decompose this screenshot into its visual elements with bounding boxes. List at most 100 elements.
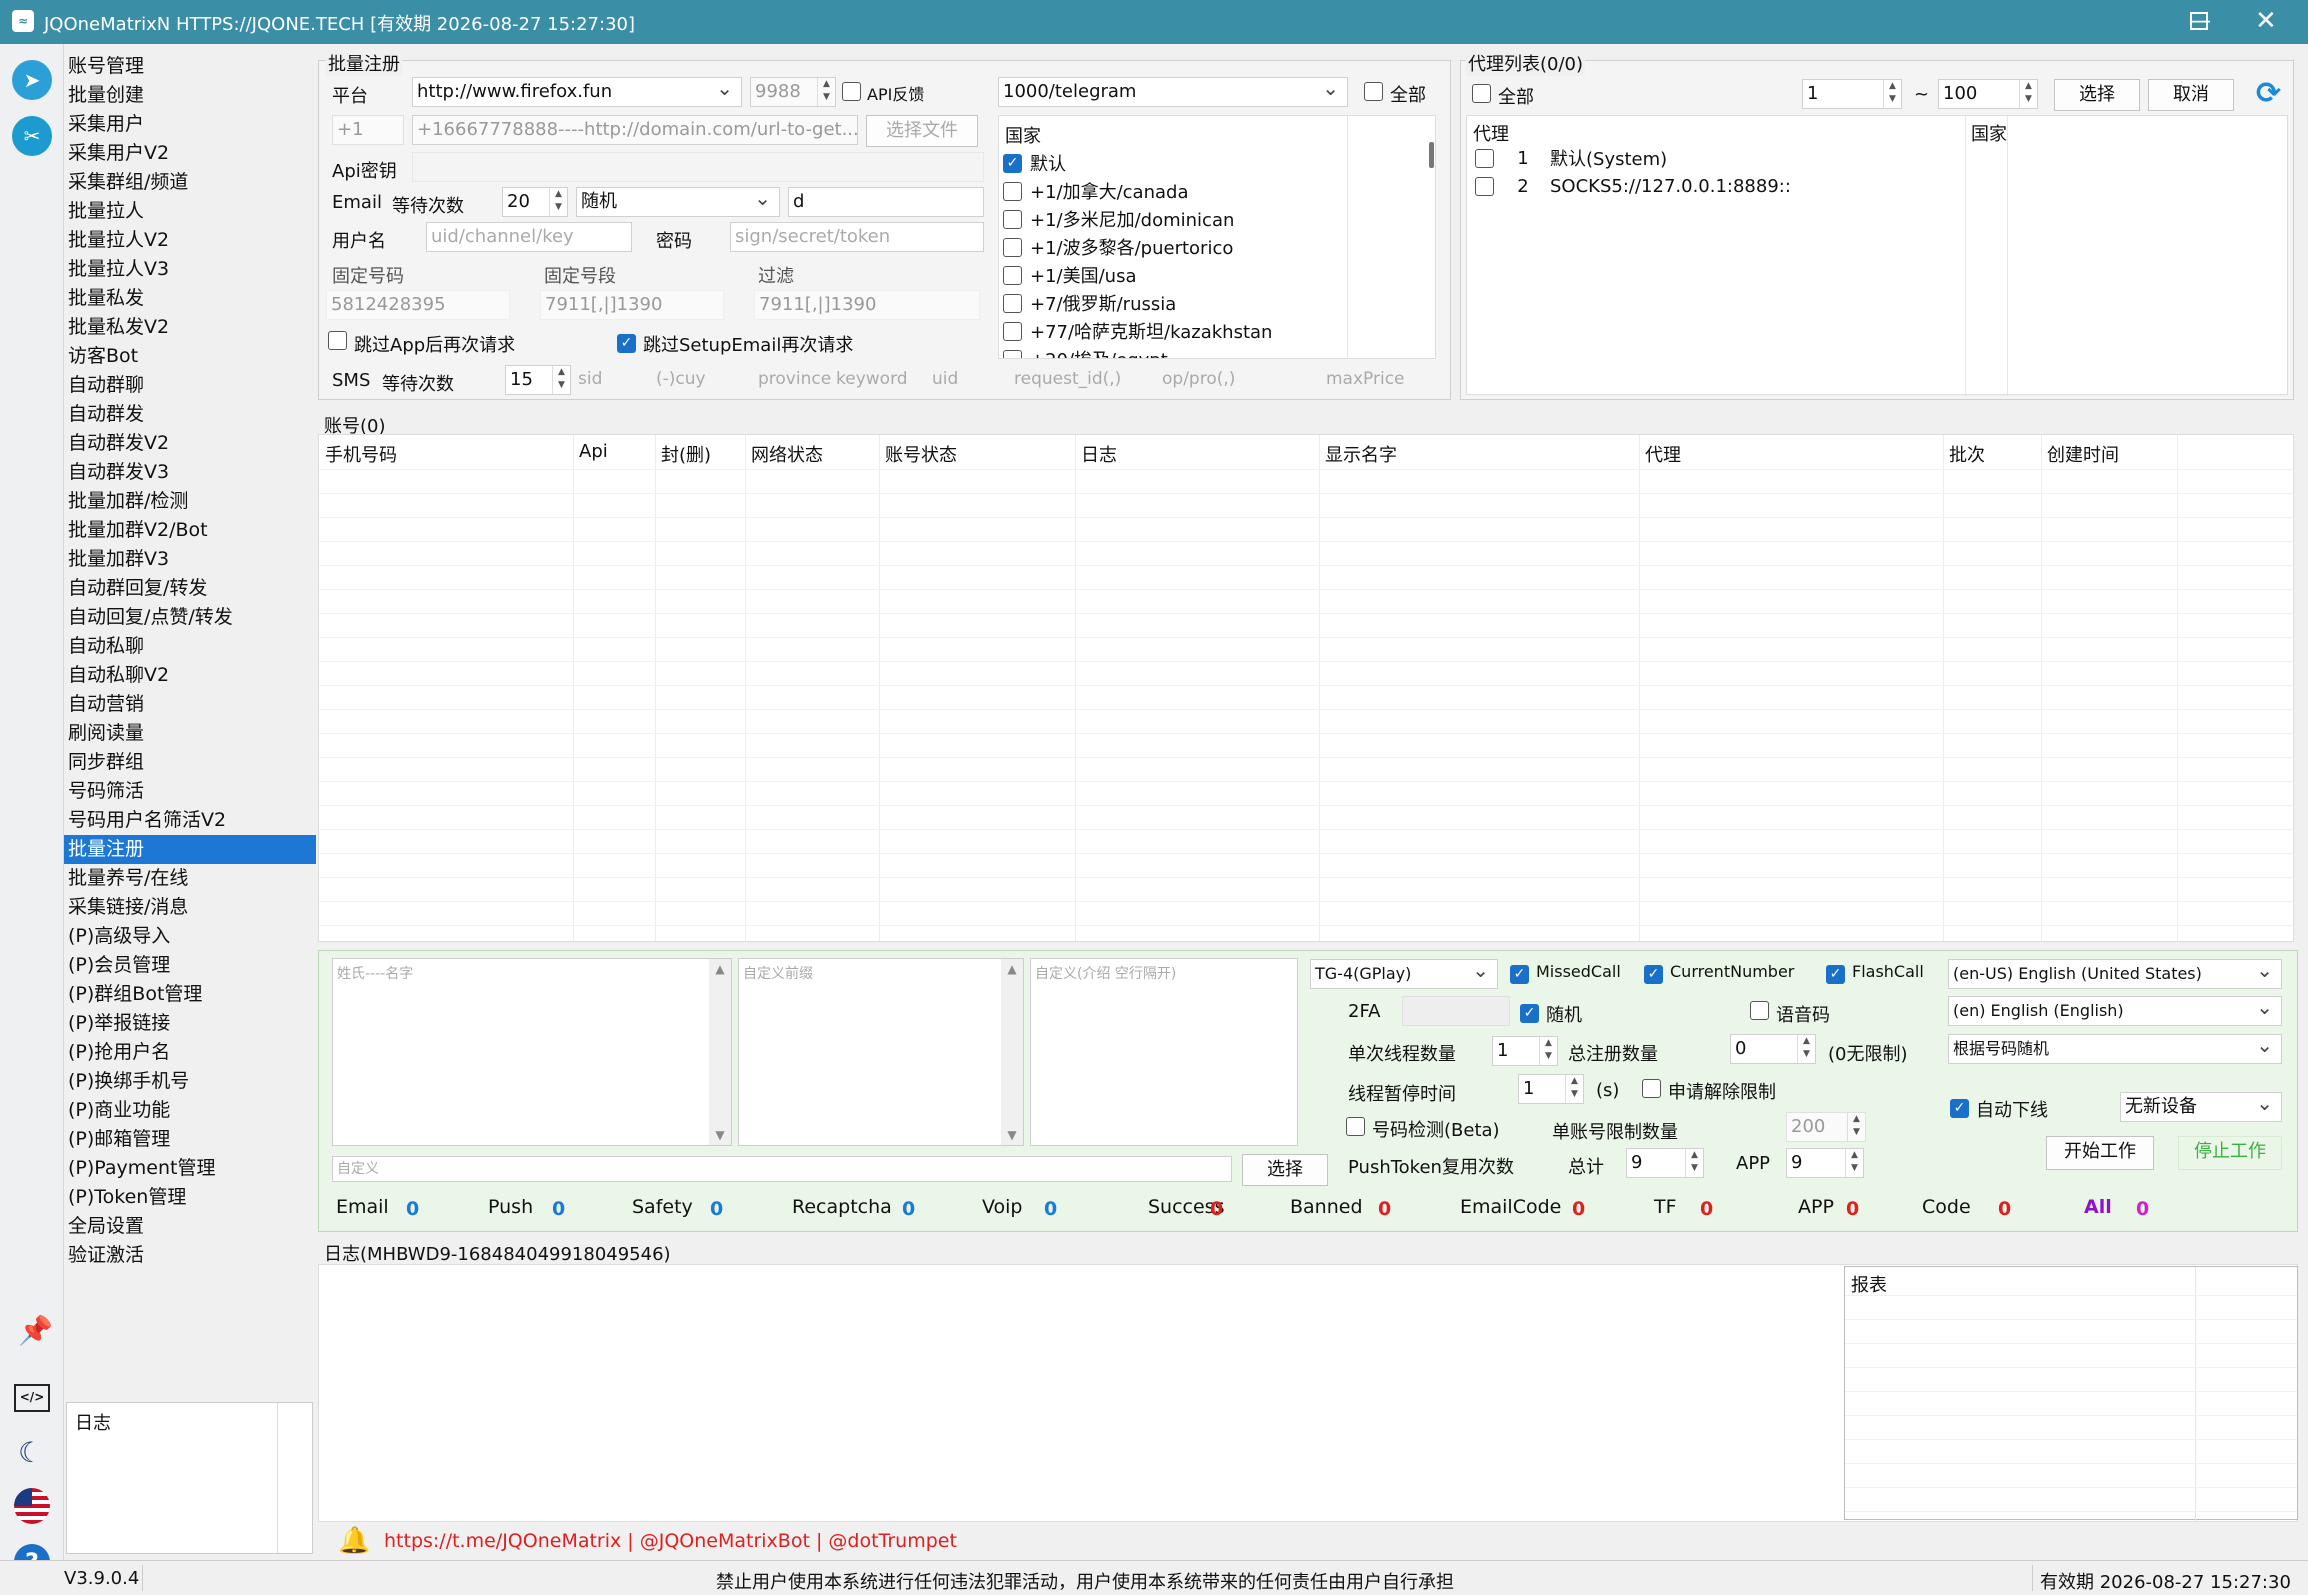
menu-item[interactable]: 批量创建: [64, 81, 316, 110]
sms-param[interactable]: uid: [932, 369, 958, 389]
proxy-cancel-button[interactable]: 取消: [2148, 79, 2234, 111]
lang-select-1[interactable]: (en-US) English (United States): [1948, 959, 2282, 989]
email-wait-stepper[interactable]: 20 ▲ ▼: [502, 187, 568, 217]
menu-item[interactable]: 采集用户V2: [64, 139, 316, 168]
menu-item[interactable]: 自动私聊: [64, 632, 316, 661]
country-item[interactable]: ✓ 默认: [1003, 149, 1343, 177]
sms-param[interactable]: (-)cuy: [656, 369, 706, 389]
menu-item[interactable]: 批量加群V2/Bot: [64, 516, 316, 545]
app-stepper[interactable]: 9 ▲ ▼: [1786, 1148, 1864, 1178]
menu-item[interactable]: (P)邮箱管理: [64, 1125, 316, 1154]
menu-item[interactable]: 号码用户名筛活V2: [64, 806, 316, 835]
pause-stepper[interactable]: 1 ▲ ▼: [1518, 1074, 1584, 1104]
menu-item[interactable]: 批量加群V3: [64, 545, 316, 574]
contact-links[interactable]: https://t.me/JQOneMatrix | @JQOneMatrixB…: [384, 1530, 957, 1552]
menu-item[interactable]: 批量拉人: [64, 197, 316, 226]
code-icon[interactable]: </>: [14, 1384, 50, 1412]
country-item[interactable]: +1/美国/usa: [1003, 261, 1343, 289]
country-list[interactable]: 国家 ✓ 默认 +1/加拿大/canada +1/多米尼加/dominican +1/波…: [998, 115, 1436, 359]
pin-icon[interactable]: 📌: [18, 1314, 53, 1347]
prefix-list-field[interactable]: 自定义前缀 ▲ ▼: [738, 958, 1024, 1146]
template-field[interactable]: +16667778888----http://domain.com/url-to…: [412, 115, 858, 145]
prefix-list-scrollbar[interactable]: ▲ ▼: [1001, 959, 1023, 1145]
proxy-row-checkbox[interactable]: [1475, 148, 1494, 168]
menu-item[interactable]: 同步群组: [64, 748, 316, 777]
fixed-number-field[interactable]: 5812428395: [326, 290, 510, 320]
threads-stepper[interactable]: 1 ▲ ▼: [1492, 1036, 1558, 1066]
twofa-random-checkbox[interactable]: ✓: [1520, 1001, 1539, 1023]
auto-offline-checkbox[interactable]: ✓: [1950, 1096, 1969, 1118]
menu-item[interactable]: (P)Token管理: [64, 1183, 316, 1212]
menu-item[interactable]: 自动群发: [64, 400, 316, 429]
lang-select-2[interactable]: (en) English (English): [1948, 996, 2282, 1026]
all-countries-checkbox[interactable]: [1364, 82, 1383, 106]
menu-item[interactable]: 刷阅读量: [64, 719, 316, 748]
country-item[interactable]: +77/哈萨克斯坦/kazakhstan: [1003, 317, 1343, 345]
username-field[interactable]: uid/channel/key: [426, 222, 632, 252]
proxy-from-stepper[interactable]: 1 ▲ ▼: [1802, 79, 1902, 109]
menu-item[interactable]: 号码筛活: [64, 777, 316, 806]
menu-item[interactable]: (P)换绑手机号: [64, 1067, 316, 1096]
proxy-row[interactable]: 2 SOCKS5://127.0.0.1:8889::: [1471, 172, 1961, 200]
sms-wait-stepper[interactable]: 15 ▲ ▼: [505, 365, 571, 395]
unlock-checkbox[interactable]: [1642, 1079, 1661, 1103]
country-checkbox[interactable]: ✓: [1003, 153, 1022, 173]
menu-item[interactable]: 访客Bot: [64, 342, 316, 371]
refresh-icon[interactable]: ⟳: [2256, 76, 2281, 111]
proxy-row[interactable]: 1 默认(System): [1471, 144, 1961, 172]
intro-list-field[interactable]: 自定义(介绍 空行隔开): [1030, 958, 1298, 1146]
missedcall-checkbox[interactable]: ✓: [1510, 962, 1529, 984]
menu-item[interactable]: 自动群发V2: [64, 429, 316, 458]
accounts-table[interactable]: 手机号码 Api 封(删) 网络状态 账号状态 日志 显示名字 代理 批次 创建时间: [318, 434, 2294, 942]
sms-param[interactable]: sid: [578, 369, 602, 389]
name-list-scrollbar[interactable]: ▲ ▼: [709, 959, 731, 1145]
menu-item[interactable]: (P)抢用户名: [64, 1038, 316, 1067]
port-stepper[interactable]: 9988 ▲ ▼: [750, 77, 836, 107]
us-flag-icon[interactable]: [14, 1488, 50, 1524]
twofa-field[interactable]: [1402, 996, 1510, 1026]
menu-item[interactable]: 批量私发: [64, 284, 316, 313]
menu-item[interactable]: 批量私发V2: [64, 313, 316, 342]
country-checkbox[interactable]: [1003, 321, 1022, 341]
sms-param[interactable]: province: [758, 369, 831, 389]
country-item[interactable]: +1/波多黎各/puertorico: [1003, 233, 1343, 261]
limit-stepper[interactable]: 200 ▲ ▼: [1786, 1112, 1866, 1142]
device-select[interactable]: TG-4(GPlay): [1310, 959, 1498, 989]
api-key-field[interactable]: [412, 152, 984, 182]
menu-item[interactable]: 批量拉人V3: [64, 255, 316, 284]
proxy-to-stepper[interactable]: 100 ▲ ▼: [1938, 79, 2038, 109]
filter-field[interactable]: 7911[,|]1390: [754, 290, 980, 320]
sms-param[interactable]: maxPrice: [1326, 369, 1405, 389]
sms-param[interactable]: op/pro(,): [1162, 369, 1235, 389]
password-field[interactable]: sign/secret/token: [730, 222, 984, 252]
menu-item[interactable]: 自动营销: [64, 690, 316, 719]
menu-item[interactable]: (P)商业功能: [64, 1096, 316, 1125]
country-checkbox[interactable]: [1003, 237, 1022, 257]
menu-item[interactable]: 自动私聊V2: [64, 661, 316, 690]
country-checkbox[interactable]: [1003, 181, 1022, 201]
skip-email-checkbox[interactable]: ✓: [617, 331, 636, 353]
menu-item[interactable]: 验证激活: [64, 1241, 316, 1270]
name-list-field[interactable]: 姓氏----名字 ▲ ▼: [332, 958, 732, 1146]
proxy-all-checkbox[interactable]: [1472, 84, 1491, 108]
platform-select[interactable]: http://www.firefox.fun: [412, 77, 742, 107]
skip-app-checkbox[interactable]: [328, 331, 347, 355]
menu-item[interactable]: 账号管理: [64, 52, 316, 81]
sms-param[interactable]: keyword: [836, 369, 908, 389]
country-item[interactable]: +7/俄罗斯/russia: [1003, 289, 1343, 317]
country-checkbox[interactable]: [1003, 349, 1022, 358]
sms-param[interactable]: request_id(,): [1014, 369, 1121, 389]
menu-item[interactable]: 采集链接/消息: [64, 893, 316, 922]
flashcall-checkbox[interactable]: ✓: [1826, 962, 1845, 984]
total2-stepper[interactable]: 9 ▲ ▼: [1626, 1148, 1704, 1178]
menu-item[interactable]: 自动回复/点赞/转发: [64, 603, 316, 632]
stop-button[interactable]: 停止工作: [2178, 1136, 2282, 1170]
menu-item[interactable]: 全局设置: [64, 1212, 316, 1241]
close-button[interactable]: ✕: [2255, 6, 2277, 36]
menu-item[interactable]: 采集群组/频道: [64, 168, 316, 197]
menu-item[interactable]: 批量养号/在线: [64, 864, 316, 893]
tools-icon[interactable]: ✂: [12, 116, 52, 156]
country-item[interactable]: +1/多米尼加/dominican: [1003, 205, 1343, 233]
start-button[interactable]: 开始工作: [2046, 1136, 2154, 1170]
fixed-segment-field[interactable]: 7911[,|]1390: [540, 290, 724, 320]
